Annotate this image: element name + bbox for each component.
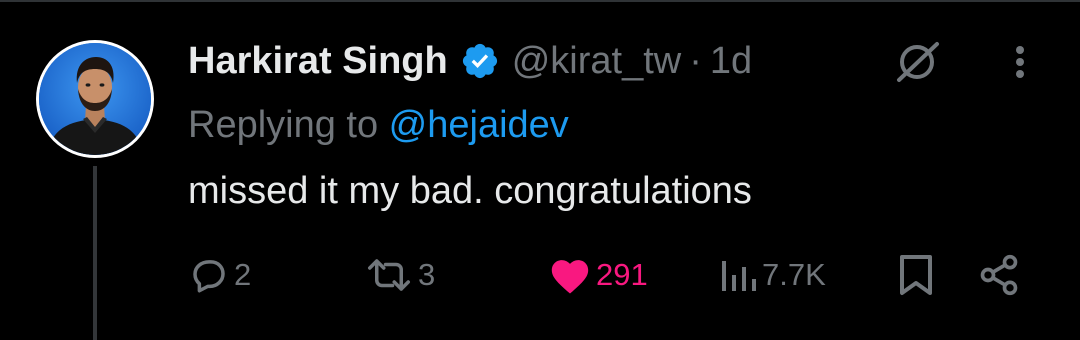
repost-button[interactable]: 3: [364, 252, 435, 298]
bookmark-button[interactable]: [898, 252, 934, 298]
thread-line: [93, 166, 97, 340]
bookmark-icon: [898, 253, 934, 297]
avatar[interactable]: [36, 40, 154, 158]
repost-count: 3: [418, 257, 436, 292]
like-count: 291: [596, 257, 648, 292]
reply-count: 2: [234, 257, 252, 292]
more-vertical-icon[interactable]: [1004, 40, 1036, 84]
separator-dot: ·: [689, 39, 702, 82]
like-button[interactable]: 291: [548, 252, 648, 298]
share-button[interactable]: [976, 252, 1022, 298]
top-divider: [0, 0, 1080, 2]
replying-to: Replying to @hejaidev: [188, 104, 569, 147]
tweet-header: Harkirat Singh @kirat_tw · 1d: [188, 38, 752, 84]
views-count: 7.7K: [762, 257, 826, 292]
author-handle[interactable]: @kirat_tw: [512, 40, 682, 83]
reply-button[interactable]: 2: [188, 252, 251, 298]
grok-icon[interactable]: [893, 40, 945, 84]
avatar-photo: [39, 43, 151, 155]
reply-icon: [188, 254, 230, 296]
replying-to-label: Replying to: [188, 104, 389, 146]
timestamp[interactable]: 1d: [710, 40, 752, 83]
reply-mention-link[interactable]: @hejaidev: [389, 104, 569, 146]
heart-icon: [548, 255, 592, 295]
repost-icon: [364, 254, 414, 296]
verified-badge-icon: [460, 41, 500, 81]
tweet-text: missed it my bad. congratulations: [188, 170, 752, 212]
views-icon: [718, 255, 758, 295]
views-button[interactable]: 7.7K: [718, 252, 826, 298]
share-icon: [976, 253, 1022, 297]
author-display-name[interactable]: Harkirat Singh: [188, 40, 448, 83]
